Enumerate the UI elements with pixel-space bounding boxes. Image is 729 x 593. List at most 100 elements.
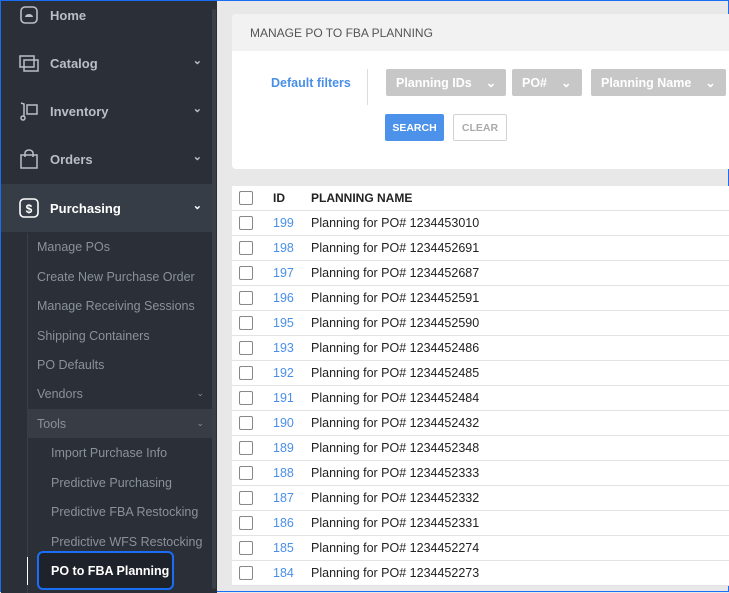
row-id-link[interactable]: 191	[273, 391, 311, 405]
row-id-link[interactable]: 187	[273, 491, 311, 505]
sidebar-item-catalog[interactable]: Catalog ⌄	[1, 39, 212, 87]
row-checkbox[interactable]	[239, 541, 253, 555]
clear-button[interactable]: CLEAR	[453, 114, 507, 141]
row-planning-name: Planning for PO# 1234452432	[311, 416, 480, 430]
filter-card: MANAGE PO TO FBA PLANNING Default filter…	[232, 14, 729, 169]
row-planning-name: Planning for PO# 1234452331	[311, 516, 480, 530]
table-row: 197 Planning for PO# 1234452687	[232, 261, 729, 286]
row-id-link[interactable]: 193	[273, 341, 311, 355]
table-row: 190 Planning for PO# 1234452432	[232, 411, 729, 436]
row-checkbox[interactable]	[239, 341, 253, 355]
row-id-link[interactable]: 184	[273, 566, 311, 580]
chevron-down-icon: ⌄	[196, 388, 204, 398]
table-row: 198 Planning for PO# 1234452691	[232, 236, 729, 261]
chevron-down-icon: ⌄	[192, 151, 202, 163]
table-row: 196 Planning for PO# 1234452591	[232, 286, 729, 311]
row-id-link[interactable]: 192	[273, 366, 311, 380]
table-row: 188 Planning for PO# 1234452333	[232, 461, 729, 486]
po-number-dropdown[interactable]: PO# ⌄	[512, 69, 582, 96]
planning-name-dropdown[interactable]: Planning Name ⌄	[591, 69, 726, 96]
row-planning-name: Planning for PO# 1234452274	[311, 541, 480, 555]
chevron-down-icon: ⌄	[192, 200, 202, 212]
planning-ids-dropdown[interactable]: Planning IDs ⌄	[386, 69, 507, 96]
row-checkbox[interactable]	[239, 366, 253, 380]
row-planning-name: Planning for PO# 1234452591	[311, 291, 480, 305]
row-id-link[interactable]: 186	[273, 516, 311, 530]
table-row: 185 Planning for PO# 1234452274	[232, 536, 729, 561]
search-button[interactable]: SEARCH	[385, 114, 444, 141]
sidebar-item-create-po[interactable]: Create New Purchase Order	[27, 262, 212, 291]
row-id-link[interactable]: 195	[273, 316, 311, 330]
row-checkbox[interactable]	[239, 241, 253, 255]
select-all-checkbox[interactable]	[239, 191, 253, 205]
active-indicator	[27, 557, 28, 585]
row-checkbox[interactable]	[239, 516, 253, 530]
sidebar-item-home[interactable]: Home	[1, 0, 212, 39]
page-title: MANAGE PO TO FBA PLANNING	[232, 14, 729, 51]
sidebar-item-po-defaults[interactable]: PO Defaults	[27, 350, 212, 379]
row-planning-name: Planning for PO# 1234452332	[311, 491, 480, 505]
row-planning-name: Planning for PO# 1234452687	[311, 266, 480, 280]
sidebar-item-shipping-containers[interactable]: Shipping Containers	[27, 321, 212, 350]
table-row: 199 Planning for PO# 1234453010	[232, 211, 729, 236]
row-checkbox[interactable]	[239, 466, 253, 480]
table-header: ID PLANNING NAME	[232, 186, 729, 211]
sidebar-item-predictive-fba[interactable]: Predictive FBA Restocking	[27, 497, 212, 526]
row-checkbox[interactable]	[239, 566, 253, 580]
table-row: 184 Planning for PO# 1234452273	[232, 561, 729, 586]
row-planning-name: Planning for PO# 1234453010	[311, 216, 480, 230]
row-checkbox[interactable]	[239, 491, 253, 505]
chevron-down-icon: ⌄	[192, 55, 202, 67]
row-id-link[interactable]: 198	[273, 241, 311, 255]
row-checkbox[interactable]	[239, 266, 253, 280]
sidebar-item-manage-pos[interactable]: Manage POs	[27, 232, 212, 261]
chevron-down-icon: ⌄	[485, 76, 497, 90]
chevron-down-icon: ⌄	[192, 103, 202, 115]
chevron-down-icon: ⌄	[196, 418, 204, 428]
table-row: 189 Planning for PO# 1234452348	[232, 436, 729, 461]
row-planning-name: Planning for PO# 1234452485	[311, 366, 480, 380]
row-checkbox[interactable]	[239, 416, 253, 430]
column-header-id[interactable]: ID	[273, 191, 311, 205]
default-filters-link[interactable]: Default filters	[271, 76, 351, 90]
dollar-icon: $	[19, 198, 39, 218]
row-checkbox[interactable]	[239, 441, 253, 455]
row-id-link[interactable]: 199	[273, 216, 311, 230]
table-row: 191 Planning for PO# 1234452484	[232, 386, 729, 411]
sidebar-item-vendors[interactable]: Vendors ⌄	[27, 379, 212, 408]
row-id-link[interactable]: 197	[273, 266, 311, 280]
row-planning-name: Planning for PO# 1234452590	[311, 316, 480, 330]
sidebar-item-orders[interactable]: Orders ⌄	[1, 135, 212, 183]
sidebar-item-purchasing[interactable]: $ Purchasing ⌄	[1, 184, 212, 232]
table-row: 187 Planning for PO# 1234452332	[232, 486, 729, 511]
table-row: 192 Planning for PO# 1234452485	[232, 361, 729, 386]
row-checkbox[interactable]	[239, 291, 253, 305]
row-checkbox[interactable]	[239, 316, 253, 330]
row-planning-name: Planning for PO# 1234452348	[311, 441, 480, 455]
table-row: 193 Planning for PO# 1234452486	[232, 336, 729, 361]
column-header-name[interactable]: PLANNING NAME	[311, 191, 412, 205]
table-row: 195 Planning for PO# 1234452590	[232, 311, 729, 336]
row-planning-name: Planning for PO# 1234452273	[311, 566, 480, 580]
row-checkbox[interactable]	[239, 216, 253, 230]
sidebar-item-po-to-fba-planning[interactable]: PO to FBA Planning	[37, 551, 174, 590]
row-id-link[interactable]: 196	[273, 291, 311, 305]
sidebar-item-import-purchase-info[interactable]: Import Purchase Info	[27, 438, 212, 467]
row-id-link[interactable]: 185	[273, 541, 311, 555]
row-planning-name: Planning for PO# 1234452484	[311, 391, 480, 405]
row-planning-name: Planning for PO# 1234452486	[311, 341, 480, 355]
sidebar-item-predictive-purchasing[interactable]: Predictive Purchasing	[27, 468, 212, 497]
chevron-down-icon: ⌄	[561, 76, 572, 90]
row-checkbox[interactable]	[239, 391, 253, 405]
row-id-link[interactable]: 189	[273, 441, 311, 455]
sidebar-item-inventory[interactable]: Inventory ⌄	[1, 87, 212, 135]
sidebar-item-receiving-sessions[interactable]: Manage Receiving Sessions	[27, 291, 212, 320]
divider	[367, 69, 368, 105]
catalog-icon	[19, 53, 39, 73]
row-id-link[interactable]: 188	[273, 466, 311, 480]
sidebar-item-tools[interactable]: Tools ⌄	[27, 409, 212, 438]
sidebar: Home Catalog ⌄ Inventory ⌄ Orders ⌄ $ Pu…	[1, 1, 217, 593]
row-id-link[interactable]: 190	[273, 416, 311, 430]
sidebar-scrollbar[interactable]	[212, 9, 216, 589]
chevron-down-icon: ⌄	[705, 76, 716, 90]
